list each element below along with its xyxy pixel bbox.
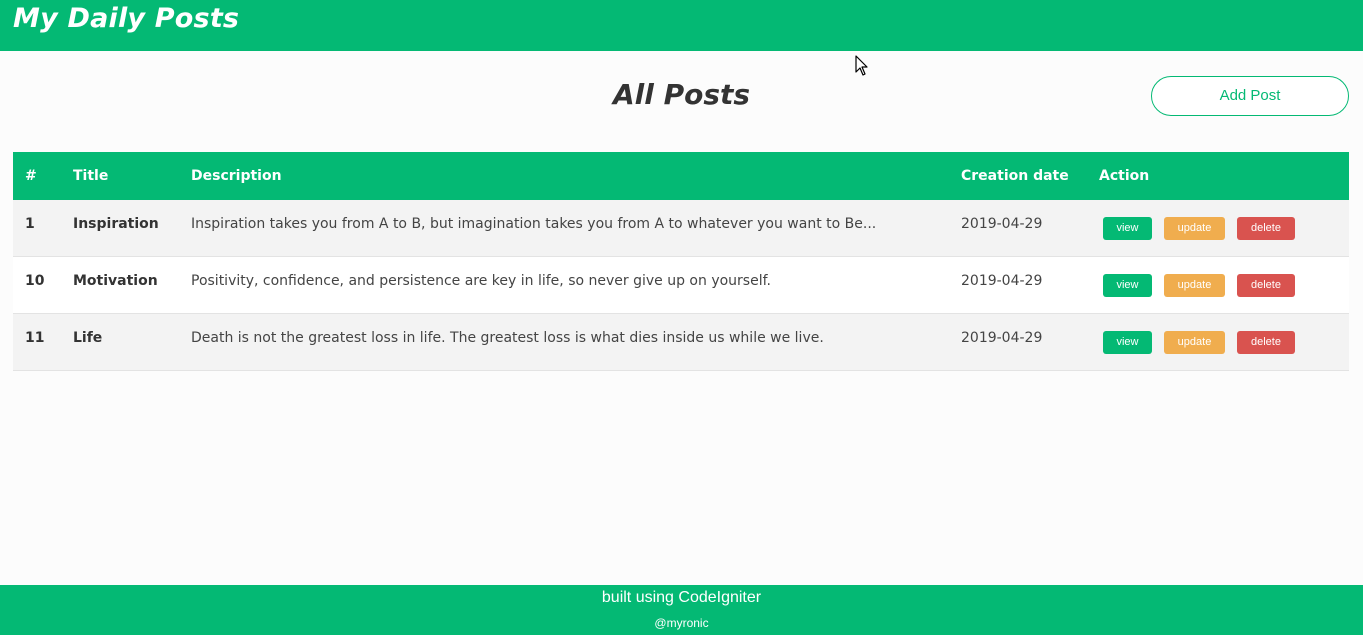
row-date: 2019-04-29: [961, 273, 1043, 289]
row-description: Positivity, confidence, and persistence …: [191, 273, 771, 289]
column-header-action: Action: [1099, 168, 1150, 184]
row-title: Inspiration: [73, 216, 159, 232]
row-description: Death is not the greatest loss in life. …: [191, 330, 824, 346]
delete-button[interactable]: delete: [1237, 274, 1295, 297]
column-header-creation-date: Creation date: [961, 168, 1069, 184]
row-id: 1: [25, 216, 35, 232]
delete-button[interactable]: delete: [1237, 331, 1295, 354]
footer-credit: built using CodeIgniter: [601, 589, 762, 606]
navbar: My Daily Posts: [0, 0, 1363, 51]
column-header-title: Title: [73, 168, 109, 184]
table-row: 10 Motivation Positivity, confidence, an…: [13, 257, 1349, 314]
row-description: Inspiration takes you from A to B, but i…: [191, 216, 877, 232]
row-id: 11: [25, 330, 45, 346]
brand-title[interactable]: My Daily Posts: [13, 3, 239, 34]
footer: built using CodeIgniter @myronic: [0, 585, 1363, 635]
posts-table: # Title Description Creation date Action…: [13, 152, 1349, 371]
view-button[interactable]: view: [1103, 274, 1152, 297]
mouse-cursor-icon: [855, 55, 868, 76]
table-row: 1 Inspiration Inspiration takes you from…: [13, 200, 1349, 257]
row-title: Life: [73, 330, 103, 346]
table-header: # Title Description Creation date Action: [13, 152, 1349, 200]
table-row: 11 Life Death is not the greatest loss i…: [13, 314, 1349, 371]
view-button[interactable]: view: [1103, 217, 1152, 240]
row-date: 2019-04-29: [961, 216, 1043, 232]
column-header-id: #: [25, 168, 37, 184]
update-button[interactable]: update: [1164, 331, 1225, 354]
footer-author: @myronic: [654, 616, 709, 630]
add-post-button[interactable]: Add Post: [1151, 76, 1349, 116]
row-title: Motivation: [73, 273, 158, 289]
column-header-description: Description: [191, 168, 282, 184]
view-button[interactable]: view: [1103, 331, 1152, 354]
row-id: 10: [25, 273, 45, 289]
row-date: 2019-04-29: [961, 330, 1043, 346]
delete-button[interactable]: delete: [1237, 217, 1295, 240]
update-button[interactable]: update: [1164, 217, 1225, 240]
update-button[interactable]: update: [1164, 274, 1225, 297]
